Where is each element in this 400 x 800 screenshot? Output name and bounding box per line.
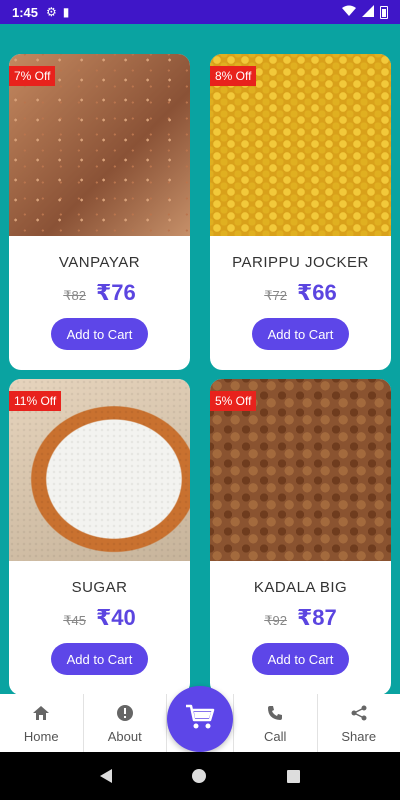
product-card[interactable]: 5% Off KADALA BIG ₹92 ₹87 Add to Cart [210,379,391,695]
phone-icon [268,703,283,723]
nav-share[interactable]: Share [318,694,400,752]
back-icon[interactable] [100,769,113,783]
discount-badge: 8% Off [210,66,257,86]
nav-call[interactable]: Call [234,694,318,752]
cart-icon [185,704,215,735]
sale-price: ₹66 [296,280,337,305]
sale-price: ₹76 [95,280,136,305]
nav-home[interactable]: Home [0,694,84,752]
home-icon [33,703,50,723]
original-price: ₹82 [63,288,86,303]
nav-share-label: Share [341,728,377,744]
add-to-cart-button[interactable]: Add to Cart [51,643,148,675]
sale-price: ₹87 [296,605,337,630]
signal-icon [362,4,374,20]
home-circle-icon[interactable] [192,769,207,783]
product-card[interactable]: 8% Off PARIPPU JOCKER ₹72 ₹66 Add to Car… [210,54,391,370]
product-name: PARIPPU JOCKER [232,254,369,271]
nav-call-label: Call [264,728,287,744]
product-name: KADALA BIG [253,579,348,596]
cart-button[interactable] [167,686,233,752]
price-row: ₹45 ₹40 [9,605,190,631]
discount-badge: 5% Off [210,391,257,411]
status-time: 1:45 [12,4,39,20]
sale-price: ₹40 [95,605,136,630]
product-grid: 7% Off VANPAYAR ₹82 ₹76 Add to Cart 8% O… [9,54,391,695]
system-nav-bar [0,752,400,800]
price-row: ₹92 ₹87 [210,605,391,631]
original-price: ₹72 [264,288,287,303]
sd-card-icon: ▮ [62,5,70,19]
original-price: ₹45 [63,613,86,628]
product-card[interactable]: 11% Off SUGAR ₹45 ₹40 Add to Cart [9,379,190,695]
recents-icon[interactable] [286,769,300,783]
share-icon [351,703,367,723]
price-row: ₹72 ₹66 [210,280,391,306]
product-name: SUGAR [71,579,128,596]
battery-icon [380,5,388,19]
wifi-icon [342,5,356,20]
original-price: ₹92 [264,613,287,628]
nav-about-label: About [107,728,142,744]
discount-badge: 7% Off [9,66,56,86]
product-card[interactable]: 7% Off VANPAYAR ₹82 ₹76 Add to Cart [9,54,190,370]
nav-home-label: Home [23,728,59,744]
product-name: VANPAYAR [58,254,141,271]
add-to-cart-button[interactable]: Add to Cart [252,643,349,675]
add-to-cart-button[interactable]: Add to Cart [252,318,349,350]
discount-badge: 11% Off [9,391,62,411]
add-to-cart-button[interactable]: Add to Cart [51,318,148,350]
settings-gear-icon: ⚙ [46,5,57,19]
price-row: ₹82 ₹76 [9,280,190,306]
info-icon [116,703,133,723]
nav-about[interactable]: About [84,694,167,752]
status-bar: 1:45 ⚙ ▮ [0,0,400,24]
